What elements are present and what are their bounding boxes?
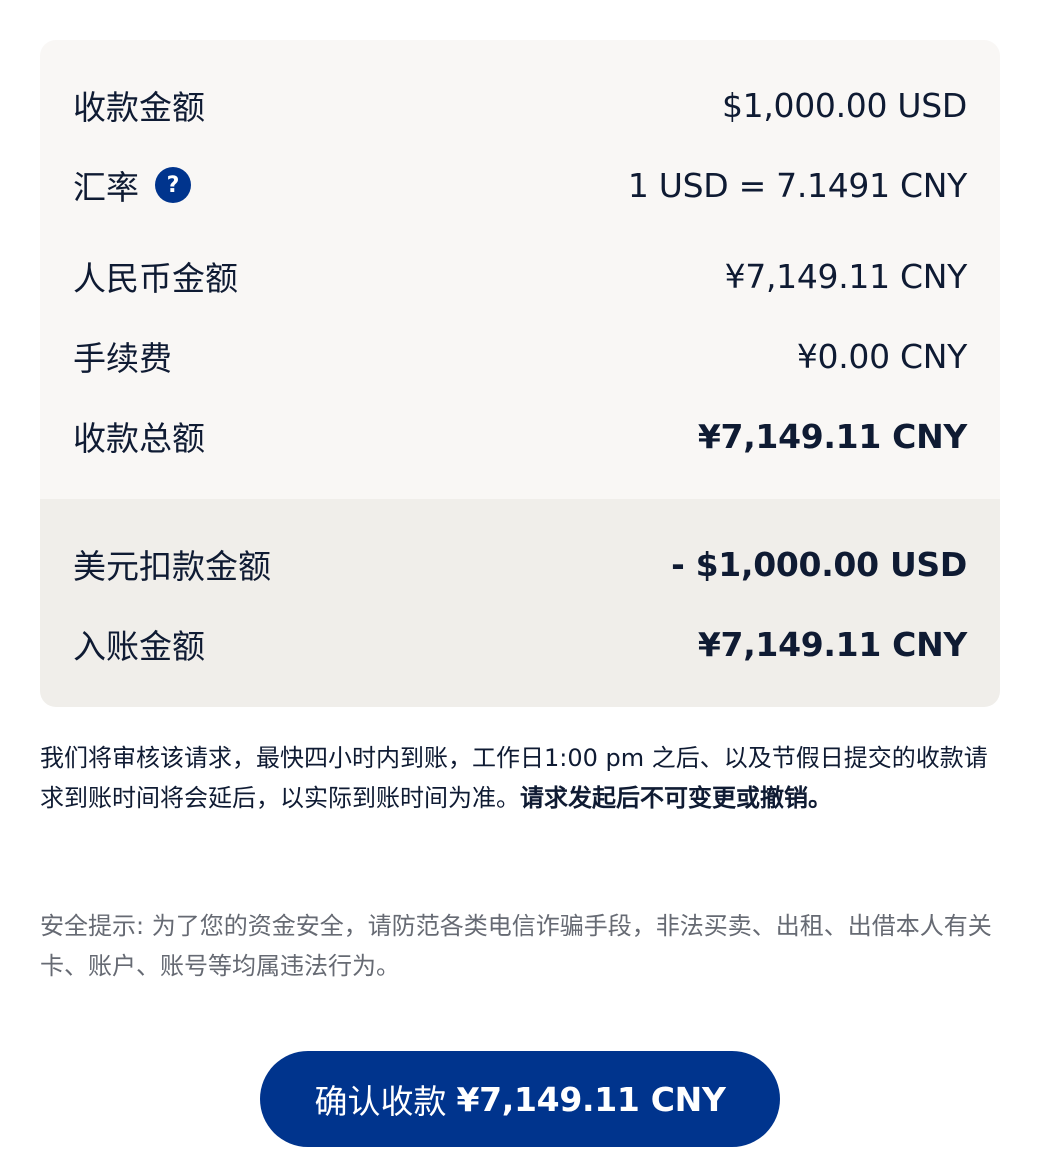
- receive-amount-value: $1,000.00 USD: [721, 85, 967, 125]
- confirm-button-label: 确认收款: [314, 1082, 447, 1121]
- exchange-rate-label-group: 汇率 ?: [73, 161, 191, 209]
- usd-debit-row: 美元扣款金额 - $1,000.00 USD: [73, 534, 967, 594]
- fee-row: 手续费 ¥0.00 CNY: [73, 326, 967, 386]
- usd-debit-label: 美元扣款金额: [73, 547, 271, 586]
- usd-debit-value: - $1,000.00 USD: [671, 544, 967, 584]
- summary-section: 收款金额 $1,000.00 USD 汇率 ? 1 USD = 7.1491 C…: [40, 40, 1000, 499]
- credited-amount-label: 入账金额: [73, 627, 205, 666]
- settlement-section: 美元扣款金额 - $1,000.00 USD 入账金额 ¥7,149.11 CN…: [40, 499, 1000, 707]
- exchange-rate-label: 汇率: [73, 168, 139, 207]
- fee-value: ¥0.00 CNY: [796, 336, 967, 376]
- fee-label: 手续费: [73, 339, 172, 378]
- safety-tip: 安全提示: 为了您的资金安全，请防范各类电信诈骗手段，非法买卖、出租、出借本人有…: [40, 912, 992, 980]
- total-label: 收款总额: [73, 419, 205, 458]
- confirm-button-amount: ¥7,149.11 CNY: [456, 1079, 726, 1119]
- irrevocable-warning: 请求发起后不可变更或撤销。: [520, 784, 832, 812]
- total-value: ¥7,149.11 CNY: [697, 416, 967, 456]
- processing-notice: 我们将审核该请求，最快四小时内到账，工作日1:00 pm 之后、以及节假日提交的…: [40, 738, 1004, 818]
- cny-amount-row: 人民币金额 ¥7,149.11 CNY: [73, 246, 967, 306]
- cny-amount-label: 人民币金额: [73, 259, 238, 298]
- processing-notice-text: 我们将审核该请求，最快四小时内到账，工作日1:00 pm 之后、以及节假日提交的…: [40, 744, 988, 812]
- receive-amount-row: 收款金额 $1,000.00 USD: [73, 75, 967, 135]
- question-icon[interactable]: ?: [155, 167, 191, 203]
- credited-amount-value: ¥7,149.11 CNY: [697, 624, 967, 664]
- receive-amount-label: 收款金额: [73, 88, 205, 127]
- cny-amount-value: ¥7,149.11 CNY: [724, 256, 968, 296]
- credited-amount-row: 入账金额 ¥7,149.11 CNY: [73, 614, 967, 674]
- confirm-receive-button[interactable]: 确认收款 ¥7,149.11 CNY: [260, 1051, 780, 1147]
- exchange-rate-row: 汇率 ? 1 USD = 7.1491 CNY: [73, 155, 967, 215]
- total-row: 收款总额 ¥7,149.11 CNY: [73, 406, 967, 466]
- exchange-rate-value: 1 USD = 7.1491 CNY: [627, 165, 967, 205]
- payment-summary-card: 收款金额 $1,000.00 USD 汇率 ? 1 USD = 7.1491 C…: [40, 40, 1000, 707]
